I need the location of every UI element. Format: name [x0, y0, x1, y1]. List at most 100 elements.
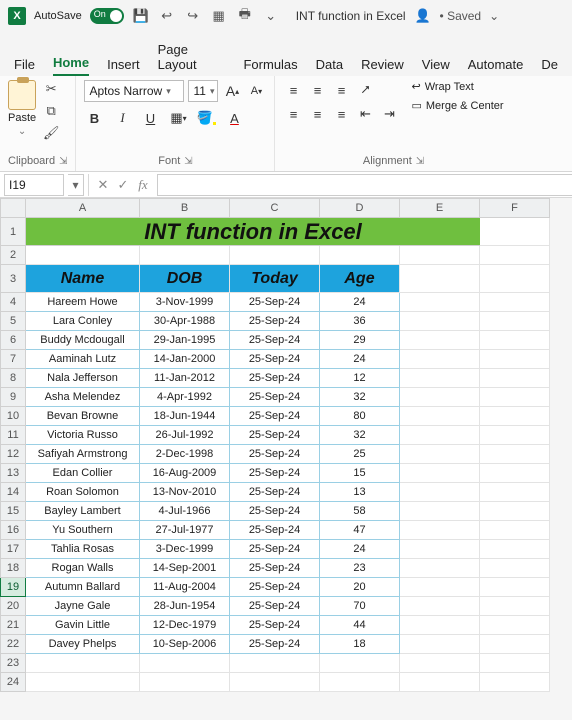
- row-header[interactable]: 23: [0, 654, 26, 673]
- tab-developer[interactable]: De: [541, 57, 558, 76]
- name-box-caret-icon[interactable]: ▾: [68, 174, 84, 196]
- align-left-icon[interactable]: ≡: [283, 104, 303, 124]
- format-painter-icon[interactable]: 🖌: [42, 124, 60, 142]
- cell-name[interactable]: Buddy Mcdougall: [26, 331, 140, 350]
- cell[interactable]: [480, 331, 550, 350]
- select-all-corner[interactable]: [0, 198, 26, 218]
- cell-name[interactable]: Asha Melendez: [26, 388, 140, 407]
- cell-dob[interactable]: 26-Jul-1992: [140, 426, 230, 445]
- cell[interactable]: [480, 350, 550, 369]
- cell[interactable]: [26, 673, 140, 692]
- decrease-font-icon[interactable]: A▾: [246, 81, 266, 101]
- cell-name[interactable]: Bevan Browne: [26, 407, 140, 426]
- cell[interactable]: [480, 502, 550, 521]
- align-middle-icon[interactable]: ≡: [307, 80, 327, 100]
- cell-dob[interactable]: 13-Nov-2010: [140, 483, 230, 502]
- cell-name[interactable]: Tahlia Rosas: [26, 540, 140, 559]
- cell-name[interactable]: Nala Jefferson: [26, 369, 140, 388]
- clipboard-launcher-icon[interactable]: ⇲: [59, 156, 67, 167]
- saved-status[interactable]: • Saved: [440, 9, 482, 23]
- tab-view[interactable]: View: [422, 57, 450, 76]
- sheet-title[interactable]: INT function in Excel: [26, 218, 480, 246]
- col-header[interactable]: D: [320, 198, 400, 218]
- cell-age[interactable]: 70: [320, 597, 400, 616]
- cell-dob[interactable]: 4-Apr-1992: [140, 388, 230, 407]
- cell[interactable]: [400, 559, 480, 578]
- cell[interactable]: [400, 673, 480, 692]
- cell-today[interactable]: 25-Sep-24: [230, 331, 320, 350]
- tab-page-layout[interactable]: Page Layout: [158, 42, 226, 76]
- cell[interactable]: [480, 246, 550, 265]
- underline-button[interactable]: U: [140, 108, 160, 128]
- cell-today[interactable]: 25-Sep-24: [230, 312, 320, 331]
- cell-today[interactable]: 25-Sep-24: [230, 369, 320, 388]
- saved-caret-icon[interactable]: ⌄: [489, 9, 499, 23]
- cell[interactable]: [400, 426, 480, 445]
- cell-today[interactable]: 25-Sep-24: [230, 445, 320, 464]
- cell[interactable]: [480, 654, 550, 673]
- cell-age[interactable]: 80: [320, 407, 400, 426]
- tab-review[interactable]: Review: [361, 57, 404, 76]
- row-header[interactable]: 13: [0, 464, 26, 483]
- cell-today[interactable]: 25-Sep-24: [230, 616, 320, 635]
- row-header[interactable]: 8: [0, 369, 26, 388]
- cell-dob[interactable]: 3-Nov-1999: [140, 293, 230, 312]
- font-color-icon[interactable]: A: [224, 108, 244, 128]
- cell[interactable]: [320, 673, 400, 692]
- cell[interactable]: [400, 502, 480, 521]
- cell-name[interactable]: Rogan Walls: [26, 559, 140, 578]
- header-today[interactable]: Today: [230, 265, 320, 293]
- row-header[interactable]: 15: [0, 502, 26, 521]
- bold-button[interactable]: B: [84, 108, 104, 128]
- cell-today[interactable]: 25-Sep-24: [230, 578, 320, 597]
- col-header[interactable]: F: [480, 198, 550, 218]
- tab-data[interactable]: Data: [316, 57, 343, 76]
- row-header[interactable]: 4: [0, 293, 26, 312]
- cell[interactable]: [400, 616, 480, 635]
- cell-name[interactable]: Aaminah Lutz: [26, 350, 140, 369]
- cell[interactable]: [400, 464, 480, 483]
- cut-icon[interactable]: ✂: [42, 80, 60, 98]
- row-header[interactable]: 2: [0, 246, 26, 265]
- cell[interactable]: [480, 616, 550, 635]
- row-header[interactable]: 10: [0, 407, 26, 426]
- cell-today[interactable]: 25-Sep-24: [230, 502, 320, 521]
- cell-name[interactable]: Davey Phelps: [26, 635, 140, 654]
- cell-age[interactable]: 15: [320, 464, 400, 483]
- paste-caret-icon[interactable]: ⌄: [18, 126, 26, 137]
- fill-color-icon[interactable]: 🪣: [196, 108, 216, 128]
- cell[interactable]: [480, 388, 550, 407]
- cell-name[interactable]: Gavin Little: [26, 616, 140, 635]
- header-dob[interactable]: DOB: [140, 265, 230, 293]
- cell-age[interactable]: 23: [320, 559, 400, 578]
- cell-name[interactable]: Jayne Gale: [26, 597, 140, 616]
- tab-formulas[interactable]: Formulas: [243, 57, 297, 76]
- font-size-combo[interactable]: 11▾: [188, 80, 218, 102]
- cell-age[interactable]: 18: [320, 635, 400, 654]
- cell[interactable]: [400, 635, 480, 654]
- cell[interactable]: [400, 388, 480, 407]
- cell[interactable]: [480, 369, 550, 388]
- cell[interactable]: [400, 312, 480, 331]
- cell-today[interactable]: 25-Sep-24: [230, 407, 320, 426]
- cell-today[interactable]: 25-Sep-24: [230, 350, 320, 369]
- cell[interactable]: [400, 369, 480, 388]
- cell-age[interactable]: 24: [320, 540, 400, 559]
- cell-today[interactable]: 25-Sep-24: [230, 464, 320, 483]
- tab-file[interactable]: File: [14, 57, 35, 76]
- orientation-icon[interactable]: ⭧: [355, 80, 375, 100]
- align-top-icon[interactable]: ≡: [283, 80, 303, 100]
- row-header[interactable]: 20: [0, 597, 26, 616]
- cell-dob[interactable]: 28-Jun-1954: [140, 597, 230, 616]
- cell[interactable]: [400, 521, 480, 540]
- paste-button[interactable]: Paste ⌄: [8, 80, 36, 137]
- cell-age[interactable]: 36: [320, 312, 400, 331]
- cell-age[interactable]: 29: [320, 331, 400, 350]
- cell-name[interactable]: Bayley Lambert: [26, 502, 140, 521]
- cell-age[interactable]: 58: [320, 502, 400, 521]
- tab-insert[interactable]: Insert: [107, 57, 140, 76]
- cell-age[interactable]: 20: [320, 578, 400, 597]
- cell[interactable]: [400, 265, 480, 293]
- cell-name[interactable]: Autumn Ballard: [26, 578, 140, 597]
- font-launcher-icon[interactable]: ⇲: [184, 156, 192, 167]
